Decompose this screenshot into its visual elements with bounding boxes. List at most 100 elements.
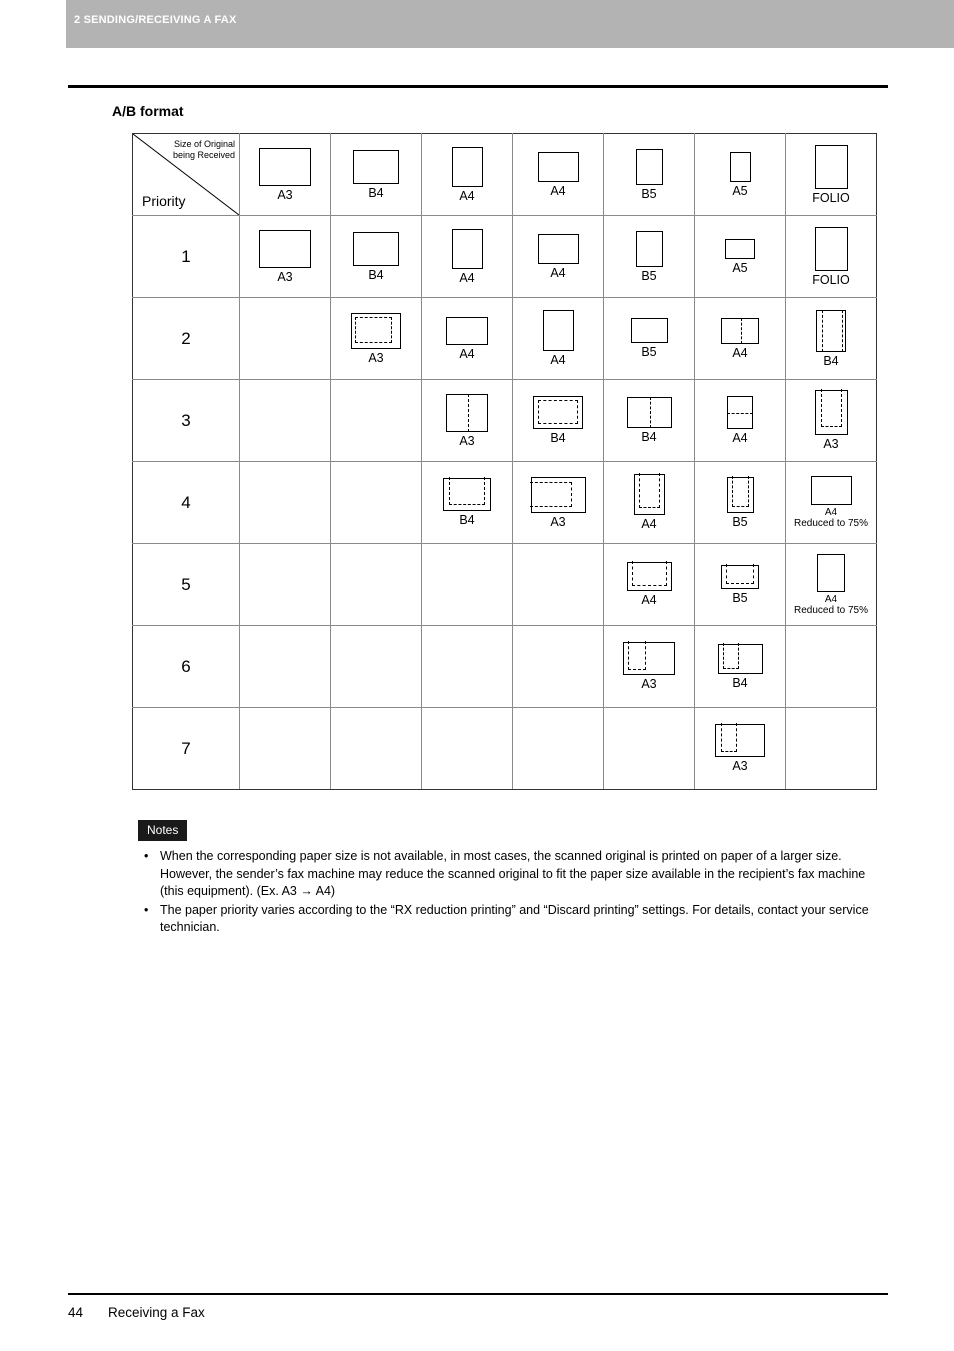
matrix-cell-empty <box>785 625 877 708</box>
page-footer: 44 Receiving a Fax <box>68 1305 205 1320</box>
matrix-cell: A3 <box>421 379 513 462</box>
paper-size-label: A4 <box>459 270 475 285</box>
paper-size-label: A4 <box>459 188 475 203</box>
paper-icon <box>542 310 574 351</box>
dashed-inset-icon <box>449 477 485 505</box>
dashed-inset-icon <box>529 481 572 507</box>
paper-icon <box>537 233 579 264</box>
paper-size-label: A3 <box>550 514 566 529</box>
matrix-row: 3 A3 B4 B4 A4 A3 <box>132 379 877 462</box>
paper-size-cell: A4 <box>695 396 785 445</box>
paper-size-label: B5 <box>641 186 657 201</box>
matrix-cell: B4 <box>603 379 695 462</box>
matrix-cell-empty <box>239 297 331 380</box>
paper-size-label: A4 <box>550 183 566 198</box>
dashed-vertical-line-icon <box>822 309 823 352</box>
priority-header-label: Priority <box>142 193 186 209</box>
paper-icon <box>717 642 763 674</box>
paper-size-cell: A4 <box>513 151 603 198</box>
matrix-cell-empty <box>239 625 331 708</box>
matrix-cell-empty <box>330 379 422 462</box>
matrix-cell: A4 Reduced to 75% <box>785 543 877 626</box>
matrix-cell: B5 <box>603 297 695 380</box>
matrix-cell: A4 <box>603 461 695 544</box>
paper-size-cell: A4 <box>422 228 512 285</box>
priority-number: 6 <box>181 656 191 676</box>
matrix-cell: A4 <box>694 297 786 380</box>
paper-size-label: A3 <box>823 437 839 451</box>
paper-size-label: A3 <box>641 677 657 691</box>
paper-size-cell: A3 <box>604 641 694 691</box>
priority-number-cell: 1 <box>132 215 240 298</box>
matrix-row: 4 B4 A3 A4 B5 A4 Reduced to 75% <box>132 461 877 544</box>
matrix-column-header-a4-2: A4 <box>421 133 513 216</box>
dashed-inset-icon <box>726 563 754 584</box>
paper-size-cell: B5 <box>695 563 785 605</box>
paper-size-cell: A3 <box>786 389 876 451</box>
paper-icon <box>443 477 491 511</box>
paper-size-label: B4 <box>368 185 384 200</box>
paper-icon <box>626 561 672 591</box>
dashed-inset-icon <box>631 561 667 586</box>
paper-size-label: A3 <box>459 433 475 448</box>
matrix-cell: A4 <box>512 297 604 380</box>
dashed-inset-icon <box>628 641 646 670</box>
paper-size-label: A4 <box>550 265 566 280</box>
priority-number-cell: 6 <box>132 625 240 708</box>
paper-icon <box>633 473 665 515</box>
matrix-cell-empty <box>512 625 604 708</box>
original-size-header-label: Size of Original being Received <box>173 139 235 161</box>
paper-size-cell: A3 <box>695 723 785 773</box>
matrix-cell: A4 <box>421 215 513 298</box>
paper-size-cell: A4 Reduced to 75% <box>786 553 876 616</box>
paper-size-cell: A3 <box>240 147 330 202</box>
paper-size-label: B5 <box>732 590 748 605</box>
dashed-vertical-line-icon <box>741 317 742 344</box>
paper-size-label: B5 <box>641 268 657 283</box>
paper-icon <box>630 318 668 343</box>
paper-size-cell: A4 Reduced to 75% <box>786 476 876 529</box>
matrix-cell: B4 <box>421 461 513 544</box>
paper-size-label: A4 <box>641 593 657 607</box>
paper-size-label-line1: A4 <box>824 593 838 605</box>
priority-number-cell: 3 <box>132 379 240 462</box>
paper-size-cell: B5 <box>604 318 694 359</box>
paper-size-label: A4 <box>550 353 566 367</box>
matrix-cell: FOLIO <box>785 215 877 298</box>
paper-size-cell: A4 <box>513 310 603 367</box>
priority-number: 2 <box>181 328 191 348</box>
paper-icon <box>715 723 765 757</box>
paper-size-label: A4 Reduced to 75% <box>794 507 868 529</box>
matrix-cell-empty <box>330 461 422 544</box>
paper-size-label-line1: A4 <box>824 507 838 518</box>
matrix-cell: A4 <box>421 297 513 380</box>
matrix-cell: A4 <box>694 379 786 462</box>
matrix-cell-empty <box>421 543 513 626</box>
paper-size-cell: A4 <box>604 473 694 531</box>
dashed-vertical-line-icon <box>468 393 469 432</box>
matrix-column-header-b5-4: B5 <box>603 133 695 216</box>
priority-number: 4 <box>181 492 191 512</box>
paper-size-cell: A4 <box>604 561 694 607</box>
priority-number-cell: 4 <box>132 461 240 544</box>
paper-size-label: A5 <box>732 260 748 275</box>
paper-icon <box>726 475 754 513</box>
paper-priority-matrix: Size of Original being Received Priority A3… <box>132 133 877 790</box>
paper-size-label: B5 <box>732 514 748 529</box>
paper-size-label-line2: Reduced to 75% <box>794 518 868 529</box>
matrix-cell-empty <box>785 707 877 790</box>
original-size-header-line1: Size of Original <box>173 139 235 149</box>
matrix-cell: B4 <box>694 625 786 708</box>
matrix-corner-header: Size of Original being Received Priority <box>132 133 240 216</box>
dashed-inset-icon <box>820 389 842 427</box>
paper-icon <box>816 309 846 352</box>
paper-size-label: A5 <box>732 183 748 198</box>
paper-icon <box>351 312 401 349</box>
paper-size-cell: B4 <box>331 149 421 200</box>
priority-number: 5 <box>181 574 191 594</box>
matrix-row: 2 A3 A4 A4 B5 A4 B4 <box>132 297 877 380</box>
matrix-cell-empty <box>421 625 513 708</box>
paper-size-label: A4 <box>732 431 748 445</box>
page-title: A/B format <box>112 103 184 119</box>
paper-size-label: A3 <box>368 350 384 365</box>
